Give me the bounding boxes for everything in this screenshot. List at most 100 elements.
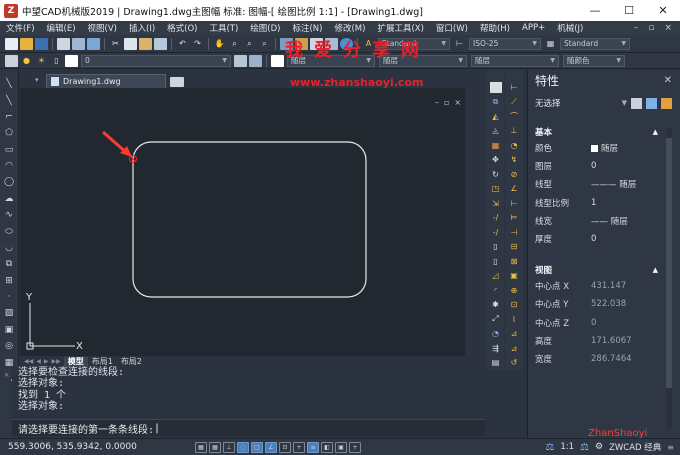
- mirror-icon[interactable]: ◭: [490, 111, 502, 122]
- open-folder-icon[interactable]: [20, 37, 33, 50]
- collapse-icon[interactable]: ▲: [653, 128, 658, 136]
- layer-unlock-icon[interactable]: ▯: [50, 55, 63, 67]
- viewport-close-button[interactable]: ×: [454, 98, 461, 107]
- snap-toggle-icon[interactable]: ▦: [209, 441, 221, 453]
- rounded-rectangle[interactable]: [132, 141, 367, 298]
- fillet-icon[interactable]: ◜: [490, 285, 502, 296]
- array-icon[interactable]: ▦: [490, 140, 502, 151]
- zoom-window-icon[interactable]: ⌕: [243, 38, 256, 50]
- tab-menu-button[interactable]: ▾: [35, 76, 39, 84]
- customization-menu-icon[interactable]: ≡: [667, 443, 674, 452]
- trim-icon[interactable]: -/: [490, 212, 502, 223]
- selection-select[interactable]: 无选择 ▼: [528, 94, 680, 112]
- prop-row-linetype[interactable]: 线型 ——— 随层: [528, 175, 680, 193]
- arc-icon[interactable]: ◠: [3, 160, 15, 172]
- rectangle-icon[interactable]: ▭: [3, 144, 15, 156]
- prop-row-thickness[interactable]: 厚度 0: [528, 230, 680, 248]
- diameter-dim-icon[interactable]: ⊘: [508, 169, 520, 180]
- select-objects-icon[interactable]: [646, 97, 657, 109]
- workspace-name[interactable]: ZWCAD 经典: [609, 441, 661, 453]
- center-mark-icon[interactable]: ⊕: [508, 285, 520, 296]
- move-icon[interactable]: ✥: [490, 154, 502, 165]
- layer-on-bulb-icon[interactable]: ●: [20, 55, 33, 67]
- menu-express-tools[interactable]: 扩展工具(X): [371, 22, 429, 34]
- pedit-icon[interactable]: ◔: [490, 328, 502, 339]
- tab-layout1[interactable]: 布局1: [88, 357, 117, 367]
- offset-icon[interactable]: ◬: [490, 125, 502, 136]
- selection-cycling-toggle-icon[interactable]: ▣: [335, 441, 347, 453]
- prop-row-layer[interactable]: 图层 0: [528, 157, 680, 175]
- erase-icon[interactable]: [489, 81, 502, 93]
- menu-view[interactable]: 视图(V): [82, 22, 123, 34]
- otrack-toggle-icon[interactable]: ∠: [265, 441, 277, 453]
- layer-thaw-sun-icon[interactable]: ☀: [35, 55, 48, 67]
- arc-length-dim-icon[interactable]: ⌒: [508, 111, 520, 122]
- command-input[interactable]: 请选择要连接的第一条条线段: |: [12, 419, 485, 436]
- tab-layout2[interactable]: 布局2: [117, 357, 146, 367]
- annotation-scale-icon[interactable]: ⚖: [545, 442, 554, 453]
- menu-app-plus[interactable]: APP+: [516, 23, 551, 33]
- ellipse-arc-icon[interactable]: ◡: [3, 242, 15, 254]
- match-properties-icon[interactable]: [154, 37, 167, 50]
- grid-toggle-icon[interactable]: ▦: [195, 441, 207, 453]
- prop-row-linetype-scale[interactable]: 线型比例 1: [528, 194, 680, 212]
- prop-row-width[interactable]: 宽度 286.7464: [528, 350, 680, 368]
- jogged-dim-icon[interactable]: ↯: [508, 154, 520, 165]
- revcloud-icon[interactable]: ☁: [3, 193, 15, 205]
- angular-dim-icon[interactable]: ∠: [508, 183, 520, 194]
- redo-icon[interactable]: ↷: [191, 38, 204, 50]
- make-current-layer-icon[interactable]: [234, 54, 247, 67]
- dim-text-edit-icon[interactable]: ⊿: [508, 343, 520, 354]
- menu-tools[interactable]: 工具(T): [203, 22, 244, 34]
- polygon-icon[interactable]: ⬠: [3, 127, 15, 139]
- prop-row-center-x[interactable]: 中心点 X 431.147: [528, 277, 680, 295]
- line-icon[interactable]: ╲: [3, 78, 15, 90]
- dim-style-select[interactable]: ISO-25 ▼: [469, 37, 541, 50]
- chamfer-icon[interactable]: ◿: [490, 270, 502, 281]
- break-icon[interactable]: ▯: [490, 241, 502, 252]
- properties-scrollbar[interactable]: [665, 128, 673, 428]
- menu-window[interactable]: 窗口(W): [430, 22, 474, 34]
- doc-close-button[interactable]: ×: [664, 23, 672, 33]
- menu-draw[interactable]: 绘图(D): [244, 22, 286, 34]
- zoom-realtime-icon[interactable]: ⌕: [228, 38, 241, 50]
- transparency-toggle-icon[interactable]: ◧: [321, 441, 333, 453]
- doc-restore-button[interactable]: ▫: [648, 23, 654, 33]
- print-icon[interactable]: [57, 37, 70, 50]
- publish-icon[interactable]: [87, 37, 100, 50]
- plotstyle-select[interactable]: 随颜色 ▼: [563, 54, 625, 67]
- section-view[interactable]: 视图 ▲: [528, 262, 680, 278]
- zoom-previous-icon[interactable]: ⌕: [258, 38, 271, 50]
- dyn-input-toggle-icon[interactable]: +: [293, 441, 305, 453]
- undo-icon[interactable]: ↶: [176, 38, 189, 50]
- section-basic[interactable]: 基本 ▲: [528, 124, 680, 139]
- tolerance-icon[interactable]: ▣: [508, 270, 520, 281]
- menu-modify[interactable]: 修改(M): [328, 22, 371, 34]
- polyline-icon[interactable]: ⌐: [3, 111, 15, 123]
- dim-edit-icon[interactable]: ⊿: [508, 328, 520, 339]
- join-icon[interactable]: ▯: [490, 256, 502, 267]
- menu-mechanical[interactable]: 机械(J): [551, 22, 589, 34]
- menu-edit[interactable]: 编辑(E): [41, 22, 82, 34]
- viewport-restore-button[interactable]: ▫: [444, 98, 449, 107]
- annotation-visibility-icon[interactable]: ⚖: [580, 442, 589, 453]
- maximize-button[interactable]: ☐: [612, 0, 646, 21]
- prop-row-height[interactable]: 高度 171.6067: [528, 332, 680, 350]
- menu-help[interactable]: 帮助(H): [474, 22, 516, 34]
- spline-icon[interactable]: ∿: [3, 209, 15, 221]
- draworder-icon[interactable]: ▤: [490, 357, 502, 368]
- lineweight-select[interactable]: 随层 ▼: [471, 54, 559, 67]
- point-icon[interactable]: ·: [3, 291, 15, 303]
- menu-insert[interactable]: 插入(I): [123, 22, 161, 34]
- region-icon[interactable]: ◎: [3, 340, 15, 352]
- extend-icon[interactable]: -/: [490, 227, 502, 238]
- tab-drawing1[interactable]: Drawing1.dwg: [46, 74, 166, 88]
- dim-break-icon[interactable]: ⊠: [508, 256, 520, 267]
- lineweight-toggle-icon[interactable]: ≡: [307, 441, 319, 453]
- hatch-icon[interactable]: ▨: [3, 307, 15, 319]
- collapse-icon[interactable]: ▲: [653, 266, 658, 274]
- layout-last-button[interactable]: ▶▶: [51, 358, 60, 365]
- annotation-monitor-icon[interactable]: +: [349, 441, 361, 453]
- stretch-icon[interactable]: ⇲: [490, 198, 502, 209]
- dim-space-icon[interactable]: ⊟: [508, 241, 520, 252]
